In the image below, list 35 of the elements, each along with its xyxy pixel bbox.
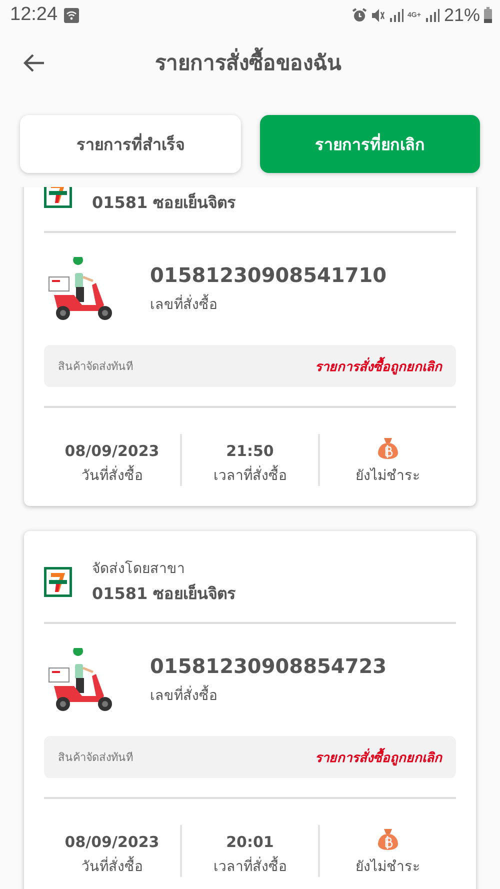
store-logo-icon <box>44 566 72 596</box>
order-date: 08/09/2023 <box>64 833 160 851</box>
clock-time: 12:24 <box>10 4 58 26</box>
signal-icon <box>388 8 404 22</box>
store-name: 01581 ซอยเย็นจิตร <box>92 582 236 605</box>
wifi-icon <box>64 8 79 22</box>
order-number: 01581230908854723 <box>150 654 387 678</box>
order-time-label: เวลาที่สั่งซื้อ <box>214 855 286 877</box>
order-number-label: เลขที่สั่งซื้อ <box>150 293 387 315</box>
order-date-label: วันที่สั่งซื้อ <box>82 855 142 877</box>
tab[interactable]: รายการที่สำเร็จ <box>20 115 240 173</box>
delivery-type: สินค้าจัดส่งทันที <box>58 359 133 375</box>
payment-status: ยังไม่ชำระ <box>356 858 420 877</box>
order-time: 21:50 <box>226 442 274 460</box>
payment-status: ยังไม่ชำระ <box>356 466 420 486</box>
order-status: รายการสั่งซื้อถูกยกเลิก <box>315 746 442 768</box>
order-time: 20:01 <box>226 833 274 851</box>
signal-icon <box>424 8 440 22</box>
order-date-label: วันที่สั่งซื้อ <box>82 464 142 486</box>
delivery-type: สินค้าจัดส่งทันที <box>58 750 133 766</box>
order-number-label: เลขที่สั่งซื้อ <box>150 684 387 706</box>
back-arrow-icon <box>22 52 46 72</box>
order-date: 08/09/2023 <box>64 442 160 460</box>
order-number: 01581230908541710 <box>150 263 387 287</box>
order-status: รายการสั่งซื้อถูกยกเลิก <box>315 356 442 376</box>
battery-level: 21% <box>444 4 480 26</box>
money-bag-icon <box>377 437 399 460</box>
battery-icon <box>484 7 492 23</box>
delivery-label: จัดส่งโดยสาขา <box>92 560 186 579</box>
mute-icon <box>370 8 385 22</box>
alarm-icon <box>352 8 367 22</box>
order-time-label: เวลาที่สั่งซื้อ <box>214 464 286 486</box>
page-title: รายการสั่งซื้อของฉัน <box>48 46 448 79</box>
store-name: 01581 ซอยเย็นจิตร <box>92 192 236 214</box>
money-bag-icon <box>377 828 399 851</box>
